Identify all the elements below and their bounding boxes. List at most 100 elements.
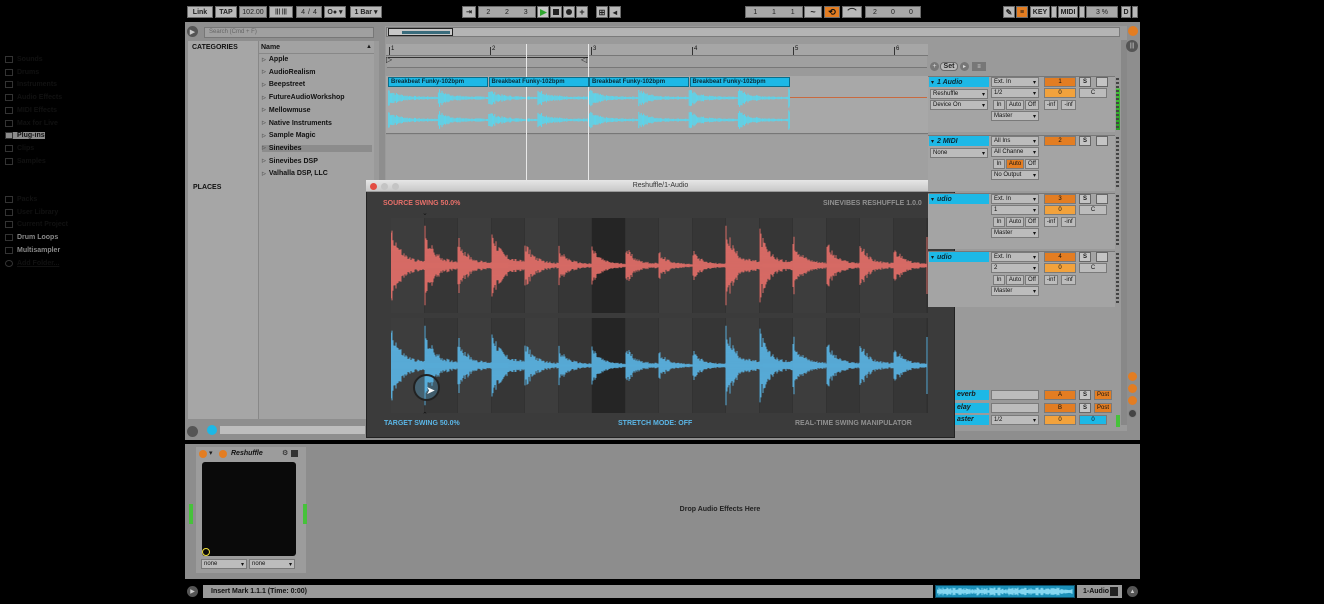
place-item[interactable]: Add Folder...: [5, 259, 59, 267]
return-post-button[interactable]: Post: [1094, 403, 1112, 413]
back-to-arrangement[interactable]: ◂: [609, 6, 621, 18]
category-max[interactable]: Max for Live: [5, 119, 58, 127]
track-title[interactable]: ▾ 2 MIDI: [929, 136, 989, 146]
loop-start-marker-icon[interactable]: ▷: [386, 55, 392, 64]
category-clip[interactable]: Clips: [5, 144, 34, 152]
metronome-nudge[interactable]: ||| |||: [269, 6, 293, 18]
monitor-in-button[interactable]: In: [993, 100, 1005, 110]
category-plugin[interactable]: Plug-ins: [5, 132, 45, 140]
arm-button[interactable]: [1096, 252, 1108, 262]
overview-strip[interactable]: [386, 27, 1120, 37]
return-title[interactable]: everb: [955, 390, 989, 400]
track-fold-icon[interactable]: ▾: [931, 138, 934, 145]
place-item[interactable]: Current Project: [5, 221, 68, 229]
track-input-channel[interactable]: 1: [991, 205, 1039, 215]
preview-button[interactable]: [207, 425, 217, 435]
status-toggle-icon[interactable]: ▶: [187, 586, 198, 597]
monitor-auto-button[interactable]: Auto: [1006, 217, 1024, 227]
monitor-auto-button[interactable]: Auto: [1006, 275, 1024, 285]
track-output[interactable]: No Output: [991, 170, 1039, 180]
key-map-button[interactable]: KEY: [1030, 6, 1050, 18]
track-title[interactable]: ▾ udio: [929, 194, 989, 204]
track-number-button[interactable]: 1: [1044, 77, 1076, 87]
d-indicator[interactable]: D: [1121, 6, 1131, 18]
loop-start[interactable]: 1 1 1: [745, 6, 803, 18]
name-column-header[interactable]: Name: [261, 44, 280, 51]
track-title[interactable]: ▾ udio: [929, 252, 989, 262]
track-number-button[interactable]: 4: [1044, 252, 1076, 262]
solo-button[interactable]: S: [1079, 252, 1091, 262]
monitor-auto-button[interactable]: Auto: [1006, 100, 1024, 110]
browser-list-item[interactable]: ▷ Sinevibes: [262, 144, 372, 152]
track-device-select[interactable]: Reshuffle: [930, 89, 988, 99]
next-locator-icon[interactable]: ▸: [960, 62, 969, 71]
search-input[interactable]: Search (Cmd + F): [204, 27, 374, 38]
category-drum[interactable]: Drums: [5, 68, 39, 76]
track-fold-icon[interactable]: ▾: [931, 196, 934, 203]
loop-region[interactable]: [388, 57, 588, 67]
loop-locator-icon[interactable]: ≡: [972, 62, 986, 71]
drop-audio-effects[interactable]: Drop Audio Effects Here: [620, 506, 820, 513]
quantize-menu[interactable]: 1 Bar ▾: [350, 6, 382, 18]
track-device-select[interactable]: None: [930, 148, 988, 158]
pan-field[interactable]: C: [1079, 88, 1107, 98]
track-fold-icon[interactable]: ▾: [931, 254, 934, 261]
record-button[interactable]: [563, 6, 575, 18]
monitor-off-button[interactable]: Off: [1025, 217, 1039, 227]
follow-button[interactable]: ⇥: [462, 6, 476, 18]
category-instrument[interactable]: Instruments: [5, 81, 57, 89]
monitor-off-button[interactable]: Off: [1025, 100, 1039, 110]
track-output[interactable]: Master: [991, 111, 1039, 121]
return-title[interactable]: elay: [955, 403, 989, 413]
track-input-type[interactable]: All Ins: [991, 136, 1039, 146]
place-item[interactable]: Drum Loops: [5, 234, 58, 242]
midi-map-button[interactable]: MIDI: [1058, 6, 1078, 18]
browser-list-item[interactable]: ▷ FutureAudioWorkshop: [262, 94, 372, 101]
send-a-field[interactable]: -inf: [1044, 275, 1058, 285]
play-button[interactable]: [537, 6, 549, 18]
monitor-off-button[interactable]: Off: [1025, 159, 1039, 169]
tempo-field[interactable]: 102.00: [239, 6, 267, 18]
record-arm-icon[interactable]: [1128, 26, 1138, 36]
browser-list-item[interactable]: ▷ Native Instruments: [262, 120, 372, 127]
cue-volume[interactable]: 0: [1079, 415, 1107, 425]
browser-list-item[interactable]: ▷ Sample Magic: [262, 132, 372, 139]
link-button[interactable]: Link: [187, 6, 213, 18]
track-input-type[interactable]: Ext. In: [991, 77, 1039, 87]
return-field[interactable]: [991, 403, 1039, 413]
set-locator-button[interactable]: Set: [940, 62, 958, 71]
punch-out-button[interactable]: ⌒: [842, 6, 862, 18]
browser-list-item[interactable]: ▷ Apple: [262, 56, 372, 63]
song-position[interactable]: 2 2 3: [478, 6, 536, 18]
metronome-button[interactable]: O● ▾: [324, 6, 346, 18]
automation-arm-button[interactable]: ⊞: [596, 6, 608, 18]
solo-button[interactable]: S: [1079, 77, 1091, 87]
overview-toggle-icon[interactable]: [187, 426, 198, 437]
return-solo[interactable]: S: [1079, 403, 1091, 413]
category-sample[interactable]: Samples: [5, 157, 46, 165]
draw-mode-button[interactable]: ✎: [1003, 6, 1015, 18]
sends-toggle-icon[interactable]: [1128, 384, 1137, 393]
browser-toggle-icon[interactable]: ▶: [187, 26, 198, 37]
device-select-2[interactable]: none: [249, 559, 295, 569]
place-item[interactable]: Packs: [5, 196, 37, 203]
monitor-off-button[interactable]: Off: [1025, 275, 1039, 285]
category-sound[interactable]: Sounds: [5, 56, 43, 63]
sort-arrow-icon[interactable]: ▲: [366, 44, 372, 50]
return-solo[interactable]: S: [1079, 390, 1091, 400]
arrangement-clip[interactable]: Breakbeat Funky-102bpm: [388, 77, 488, 87]
device-hotswap-icon[interactable]: [219, 450, 227, 458]
device-display[interactable]: [202, 462, 296, 556]
source-swing-label[interactable]: SOURCE SWING 50.0%: [383, 200, 460, 207]
device-save-icon[interactable]: [291, 450, 298, 457]
preview-bar[interactable]: [220, 426, 365, 434]
target-swing-label[interactable]: TARGET SWING 50.0%: [384, 420, 460, 427]
track-output[interactable]: Master: [991, 286, 1039, 296]
returns-toggle-icon[interactable]: [1128, 372, 1137, 381]
arm-button[interactable]: [1096, 77, 1108, 87]
track-input-channel[interactable]: All Channe: [991, 147, 1039, 157]
browser-list-item[interactable]: ▷ Sinevibes DSP: [262, 158, 372, 165]
device-wrench-icon[interactable]: ⚙: [282, 449, 288, 457]
mixer-toggle-icon[interactable]: [1128, 396, 1137, 405]
monitor-auto-button[interactable]: Auto: [1006, 159, 1024, 169]
